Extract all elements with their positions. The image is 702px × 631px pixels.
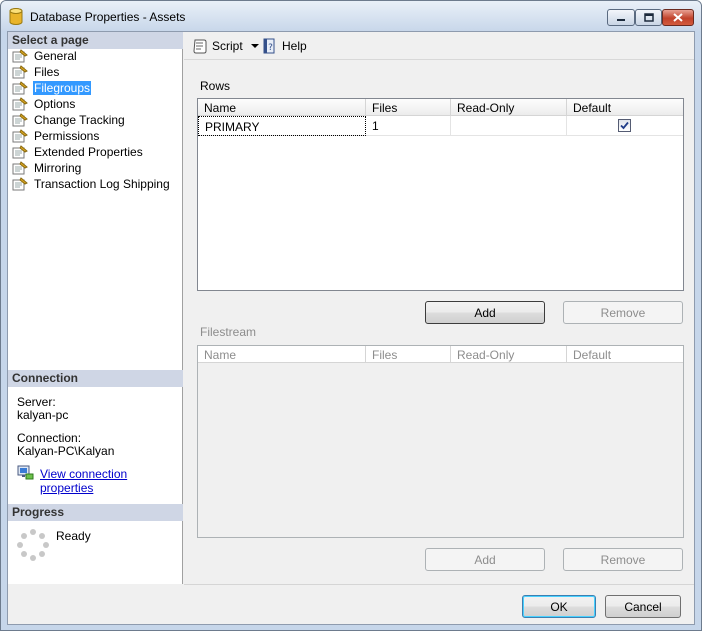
page-wrench-icon [12, 97, 28, 111]
title-bar[interactable]: Database Properties - Assets [1, 1, 701, 31]
toolbar: Script ? Help [184, 32, 694, 60]
page-wrench-icon [12, 145, 28, 159]
sidebar-item-filegroups[interactable]: Filegroups [12, 80, 92, 96]
rows-grid-header: Name Files Read-Only Default [198, 99, 683, 116]
connection-label: Connection: [17, 431, 82, 445]
minimize-icon [617, 18, 625, 21]
page-wrench-icon [12, 129, 28, 143]
sidebar-item-label: Permissions [34, 129, 100, 143]
footer-left-area [8, 584, 184, 624]
sidebar-item-transaction-log-shipping[interactable]: Transaction Log Shipping [12, 176, 171, 192]
sidebar-item-files[interactable]: Files [12, 64, 60, 80]
connection-properties-icon [17, 465, 34, 480]
sidebar-item-label: Change Tracking [34, 113, 125, 127]
column-header-read-only[interactable]: Read-Only [451, 346, 567, 363]
script-button[interactable]: Script [192, 38, 259, 54]
column-header-name[interactable]: Name [198, 99, 366, 116]
sidebar-item-label: Filegroups [33, 81, 92, 95]
page-wrench-icon [12, 49, 28, 63]
maximize-icon [643, 13, 654, 22]
column-header-default[interactable]: Default [567, 99, 683, 116]
connection-value: Kalyan-PC\Kalyan [17, 444, 115, 458]
help-button[interactable]: ? Help [262, 38, 307, 54]
cancel-button[interactable]: Cancel [605, 595, 681, 618]
column-header-files[interactable]: Files [366, 99, 451, 116]
sidebar-item-label: General [34, 49, 77, 63]
column-header-name[interactable]: Name [198, 346, 366, 363]
close-button[interactable] [662, 9, 694, 26]
database-properties-window: Database Properties - Assets Select a pa… [0, 0, 702, 631]
page-wrench-icon [12, 81, 28, 95]
progress-spinner-icon [17, 529, 49, 561]
column-header-read-only[interactable]: Read-Only [451, 99, 567, 116]
sidebar-item-mirroring[interactable]: Mirroring [12, 160, 82, 176]
server-value: kalyan-pc [17, 408, 69, 422]
maximize-button[interactable] [635, 9, 662, 26]
page-wrench-icon [12, 65, 28, 79]
svg-text:?: ? [268, 43, 273, 53]
rows-grid[interactable]: Name Files Read-Only Default PRIMARY 1 [197, 98, 684, 291]
filestream-remove-button[interactable]: Remove [563, 548, 683, 571]
default-checkbox[interactable] [618, 119, 631, 132]
rows-add-button[interactable]: Add [425, 301, 545, 324]
sidebar-item-label: Mirroring [34, 161, 82, 175]
sidebar-item-general[interactable]: General [12, 48, 78, 64]
page-wrench-icon [12, 113, 28, 127]
sidebar-item-change-tracking[interactable]: Change Tracking [12, 112, 126, 128]
window-title: Database Properties - Assets [30, 10, 186, 24]
dialog-footer: OK Cancel [184, 584, 694, 624]
help-icon: ? [263, 38, 275, 54]
connection-header: Connection [8, 370, 183, 387]
server-label: Server: [17, 395, 56, 409]
progress-header: Progress [8, 504, 183, 521]
ok-button[interactable]: OK [522, 595, 596, 618]
page-wrench-icon [12, 177, 28, 191]
sidebar-item-label: Transaction Log Shipping [34, 177, 170, 191]
chevron-down-icon[interactable] [250, 44, 259, 48]
rows-group-label: Rows [200, 79, 231, 93]
column-header-default[interactable]: Default [567, 346, 683, 363]
rows-remove-button[interactable]: Remove [563, 301, 683, 324]
table-row[interactable]: PRIMARY 1 [198, 116, 683, 136]
cell-name[interactable]: PRIMARY [198, 116, 366, 136]
filestream-group-label: Filestream [200, 325, 257, 339]
sidebar-item-label: Files [34, 65, 60, 79]
column-header-files[interactable]: Files [366, 346, 451, 363]
sidebar-item-label: Options [34, 97, 76, 111]
script-label: Script [212, 39, 243, 53]
help-label: Help [282, 39, 307, 53]
sidebar-item-label: Extended Properties [34, 145, 143, 159]
view-connection-properties-link[interactable]: View connection properties [40, 467, 182, 495]
close-icon [673, 13, 683, 22]
sidebar-item-permissions[interactable]: Permissions [12, 128, 100, 144]
progress-status: Ready [56, 529, 91, 543]
sidebar-item-extended-properties[interactable]: Extended Properties [12, 144, 144, 160]
cell-files[interactable]: 1 [366, 116, 451, 136]
filestream-grid-header: Name Files Read-Only Default [198, 346, 683, 363]
script-icon [193, 39, 207, 54]
page-wrench-icon [12, 161, 28, 175]
database-icon [9, 8, 23, 25]
dialog-client-area: Select a page General Files Filegroups O… [7, 31, 695, 625]
filestream-grid[interactable]: Name Files Read-Only Default [197, 345, 684, 538]
checkmark-icon [620, 121, 629, 130]
select-page-header: Select a page [8, 32, 183, 49]
filestream-add-button[interactable]: Add [425, 548, 545, 571]
cell-read-only[interactable] [451, 116, 567, 136]
minimize-button[interactable] [607, 9, 635, 26]
left-panel: Select a page General Files Filegroups O… [8, 32, 183, 584]
sidebar-item-options[interactable]: Options [12, 96, 76, 112]
